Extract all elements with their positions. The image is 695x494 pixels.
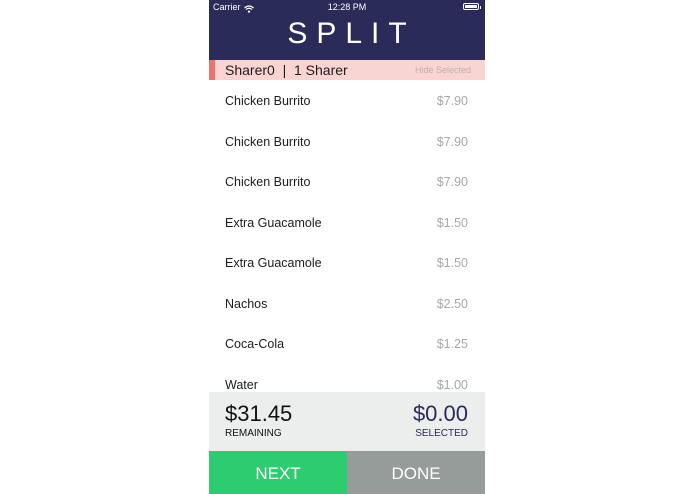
item-name: Chicken Burrito: [225, 94, 311, 108]
item-name: Chicken Burrito: [225, 175, 311, 189]
list-item[interactable]: Water $1.00: [209, 364, 485, 392]
app-title: SPLIT: [287, 17, 416, 50]
status-time: 12:28 PM: [327, 2, 367, 12]
item-list[interactable]: Chicken Burrito $7.90 Chicken Burrito $7…: [209, 80, 485, 392]
item-price: $1.50: [436, 256, 468, 270]
list-item[interactable]: Chicken Burrito $7.90: [209, 161, 485, 201]
item-price: $1.00: [436, 378, 468, 392]
remaining-amount: $31.45: [225, 401, 293, 426]
item-price: $7.90: [436, 94, 468, 108]
item-price: $2.50: [436, 297, 468, 311]
sharer-bar[interactable]: Sharer0 | 1 Sharer Hide Selected: [209, 60, 485, 80]
sharer-label: Sharer0 | 1 Sharer: [225, 62, 348, 78]
done-button[interactable]: DONE: [347, 451, 485, 494]
item-name: Water: [225, 378, 258, 392]
selected-label: SELECTED: [415, 428, 468, 439]
item-name: Coca-Cola: [225, 337, 285, 351]
item-name: Nachos: [225, 297, 268, 311]
battery-icon: [463, 3, 481, 10]
item-name: Extra Guacamole: [225, 256, 322, 270]
item-price: $7.90: [436, 175, 468, 189]
item-price: $1.50: [436, 216, 468, 230]
status-bar: Carrier 12:28 PM: [209, 0, 485, 14]
item-price: $1.25: [436, 337, 468, 351]
list-item[interactable]: Chicken Burrito $7.90: [209, 80, 485, 120]
item-name: Extra Guacamole: [225, 216, 322, 230]
list-item[interactable]: Extra Guacamole $1.50: [209, 242, 485, 282]
list-item[interactable]: Chicken Burrito $7.90: [209, 121, 485, 161]
list-item[interactable]: Extra Guacamole $1.50: [209, 202, 485, 242]
next-button[interactable]: NEXT: [209, 451, 347, 494]
item-price: $7.90: [436, 135, 468, 149]
list-item[interactable]: Coca-Cola $1.25: [209, 323, 485, 363]
selected-amount: $0.00: [412, 401, 468, 426]
sharer-accent: [209, 60, 215, 80]
list-item[interactable]: Nachos $2.50: [209, 283, 485, 323]
totals-panel: $31.45 REMAINING $0.00 SELECTED: [209, 392, 485, 451]
phone-screen: Carrier 12:28 PM SPLIT Sharer0 | 1 Share…: [209, 0, 485, 494]
item-name: Chicken Burrito: [225, 135, 311, 149]
hide-selected-button[interactable]: Hide Selected: [415, 60, 471, 80]
remaining-label: REMAINING: [225, 428, 282, 439]
app-header: Carrier 12:28 PM SPLIT: [209, 0, 485, 60]
